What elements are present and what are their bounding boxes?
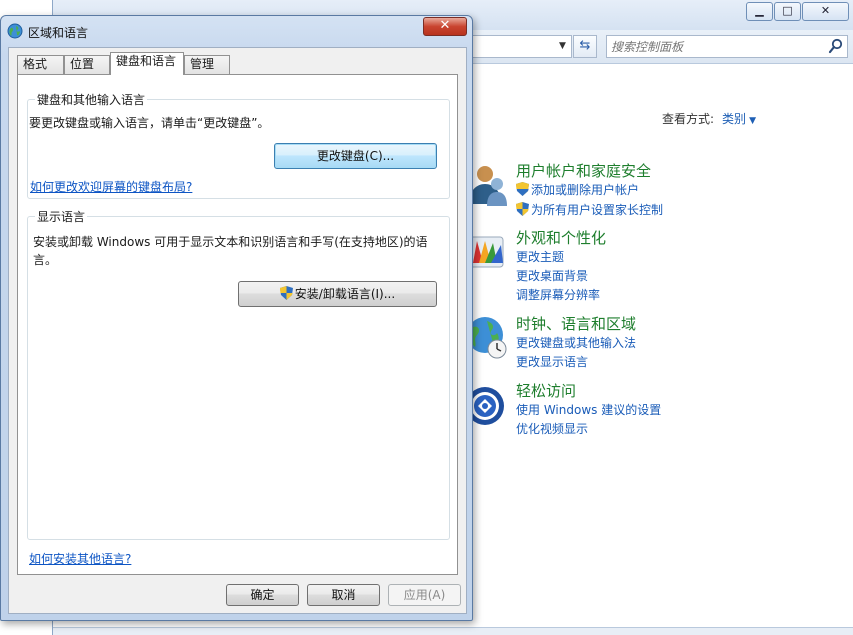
uac-shield-icon bbox=[279, 286, 293, 300]
add-remove-accounts-link[interactable]: 添加或删除用户帐户 bbox=[516, 181, 639, 198]
refresh-button[interactable]: ⇆ bbox=[573, 35, 597, 58]
ok-button[interactable]: 确定 bbox=[226, 584, 299, 606]
install-uninstall-languages-button[interactable]: 安装/卸载语言(I)... bbox=[238, 281, 437, 307]
group-label: 显示语言 bbox=[35, 208, 88, 225]
view-by-label: 查看方式: bbox=[662, 112, 715, 126]
change-keyboard-link[interactable]: 更改键盘或其他输入法 bbox=[516, 334, 636, 351]
category-title[interactable]: 轻松访问 bbox=[516, 380, 576, 401]
apply-button[interactable]: 应用(A) bbox=[388, 584, 461, 606]
category-title[interactable]: 时钟、语言和区域 bbox=[516, 313, 636, 334]
search-input[interactable] bbox=[611, 38, 821, 55]
cancel-button[interactable]: 取消 bbox=[307, 584, 380, 606]
minimize-button[interactable]: ▁ bbox=[746, 2, 773, 21]
change-display-language-link[interactable]: 更改显示语言 bbox=[516, 353, 588, 370]
tab-formats[interactable]: 格式 bbox=[17, 55, 64, 74]
change-desktop-background-link[interactable]: 更改桌面背景 bbox=[516, 267, 588, 284]
keyboards-group: 键盘和其他输入语言 要更改键盘或输入语言，请单击“更改键盘”。 更改键盘(C).… bbox=[27, 91, 450, 199]
tab-administrative[interactable]: 管理 bbox=[184, 55, 230, 74]
chevron-down-icon[interactable]: ▼ bbox=[749, 116, 756, 126]
link-label: 添加或删除用户帐户 bbox=[531, 183, 640, 197]
close-button[interactable]: ✕ bbox=[423, 17, 467, 36]
install-other-languages-link[interactable]: 如何安装其他语言? bbox=[29, 550, 131, 567]
change-theme-link[interactable]: 更改主题 bbox=[516, 248, 564, 265]
view-by: 查看方式: 类别 ▼ bbox=[662, 110, 756, 127]
search-box[interactable] bbox=[606, 35, 848, 58]
uac-shield-icon bbox=[516, 182, 529, 196]
globe-icon bbox=[7, 23, 23, 39]
search-icon[interactable] bbox=[828, 37, 844, 55]
address-dropdown-icon[interactable]: ▼ bbox=[553, 35, 572, 58]
change-keyboards-button[interactable]: 更改键盘(C)... bbox=[274, 143, 437, 169]
status-bar bbox=[53, 627, 853, 635]
maximize-button[interactable]: □ bbox=[774, 2, 801, 21]
refresh-icon: ⇆ bbox=[579, 38, 591, 53]
group-label: 键盘和其他输入语言 bbox=[35, 91, 148, 108]
display-language-description: 安装或卸载 Windows 可用于显示文本和识别语言和手写(在支持地区)的语言。 bbox=[33, 235, 428, 267]
dialog-client-area: 格式 位置 键盘和语言 管理 键盘和其他输入语言 要更改键盘或输入语言，请单击“… bbox=[8, 47, 467, 614]
adjust-resolution-link[interactable]: 调整屏幕分辨率 bbox=[516, 286, 600, 303]
view-by-dropdown[interactable]: 类别 bbox=[722, 112, 746, 126]
tab-keyboards-languages[interactable]: 键盘和语言 bbox=[110, 52, 184, 75]
keyboard-description: 要更改键盘或输入语言，请单击“更改键盘”。 bbox=[29, 116, 270, 130]
link-label: 为所有用户设置家长控制 bbox=[531, 203, 664, 217]
optimize-video-link[interactable]: 优化视频显示 bbox=[516, 420, 588, 437]
category-title[interactable]: 用户帐户和家庭安全 bbox=[516, 160, 651, 181]
tab-location[interactable]: 位置 bbox=[64, 55, 110, 74]
region-language-dialog: 区域和语言 ✕ 格式 位置 键盘和语言 管理 键盘和其他输入语言 要更改键盘或输… bbox=[0, 15, 473, 621]
parental-controls-link[interactable]: 为所有用户设置家长控制 bbox=[516, 201, 663, 218]
close-button[interactable]: ✕ bbox=[802, 2, 849, 21]
button-label: 安装/卸载语言(I)... bbox=[294, 287, 396, 301]
tab-page-keyboards-languages: 键盘和其他输入语言 要更改键盘或输入语言，请单击“更改键盘”。 更改键盘(C).… bbox=[17, 74, 458, 575]
display-language-group: 显示语言 安装或卸载 Windows 可用于显示文本和识别语言和手写(在支持地区… bbox=[27, 208, 450, 540]
welcome-screen-keyboard-link[interactable]: 如何更改欢迎屏幕的键盘布局? bbox=[30, 178, 192, 195]
uac-shield-icon bbox=[516, 202, 529, 216]
category-title[interactable]: 外观和个性化 bbox=[516, 227, 606, 248]
close-icon: ✕ bbox=[439, 18, 451, 33]
recommended-settings-link[interactable]: 使用 Windows 建议的设置 bbox=[516, 401, 661, 418]
dialog-title: 区域和语言 bbox=[28, 26, 89, 40]
